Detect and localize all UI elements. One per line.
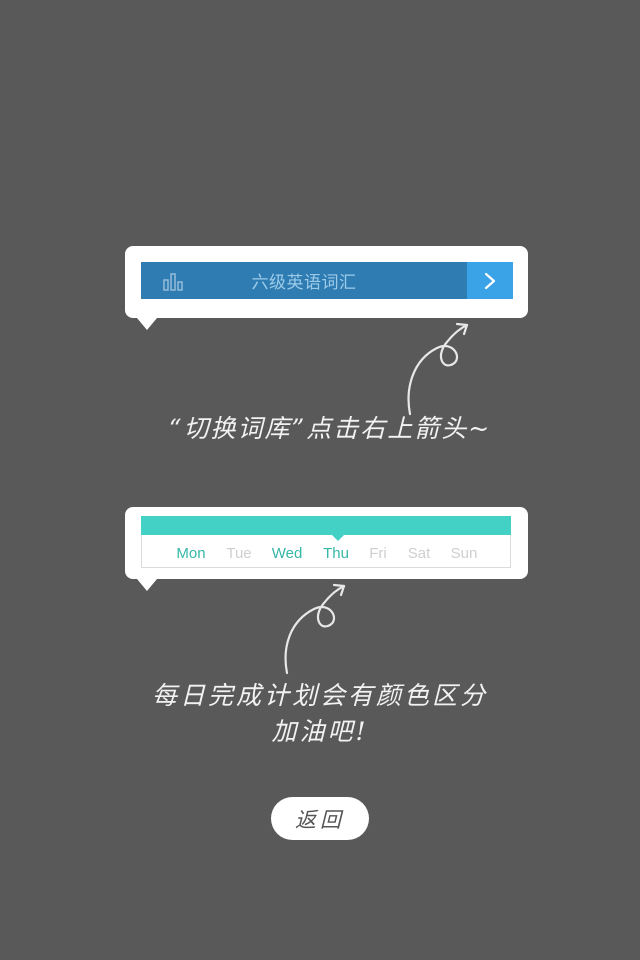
day-fri: Fri [369, 545, 387, 562]
chevron-right-icon [484, 272, 496, 289]
bar-chart-icon[interactable] [162, 271, 186, 291]
week-progress-band [141, 516, 511, 535]
day-tue: Tue [226, 545, 252, 562]
weekday-list: Mon Tue Wed Thu Fri Sat Sun [142, 544, 512, 564]
today-marker [332, 535, 344, 541]
wordbook-tip-bubble: 六级英语词汇 [125, 246, 528, 330]
day-sat: Sat [407, 545, 431, 562]
daily-plan-hint-line1: 每日完成计划会有颜色区分 [151, 681, 488, 710]
day-sun: Sun [450, 545, 478, 562]
back-button[interactable]: 返回 [271, 797, 369, 840]
bubble-tail [137, 579, 157, 591]
wordbook-bar: 六级英语词汇 [141, 262, 467, 299]
curly-arrow-icon [407, 322, 469, 416]
tutorial-overlay: 六级英语词汇 “切换词库”点击右上箭头~ Mon Tue Wed Thu Fri… [0, 0, 640, 960]
week-tip-bubble: Mon Tue Wed Thu Fri Sat Sun [125, 507, 528, 591]
day-mon: Mon [176, 545, 206, 562]
switch-wordbook-hint: “切换词库”点击右上箭头~ [168, 414, 492, 443]
bubble-tail [137, 318, 157, 330]
daily-plan-hint-line2: 加油吧! [271, 717, 369, 746]
day-wed: Wed [271, 545, 303, 562]
switch-wordbook-button[interactable] [467, 262, 513, 299]
wordbook-title: 六级英语词汇 [251, 273, 357, 293]
week-calendar: Mon Tue Wed Thu Fri Sat Sun [141, 516, 511, 568]
curly-arrow-icon [284, 583, 346, 675]
day-thu: Thu [323, 545, 349, 562]
